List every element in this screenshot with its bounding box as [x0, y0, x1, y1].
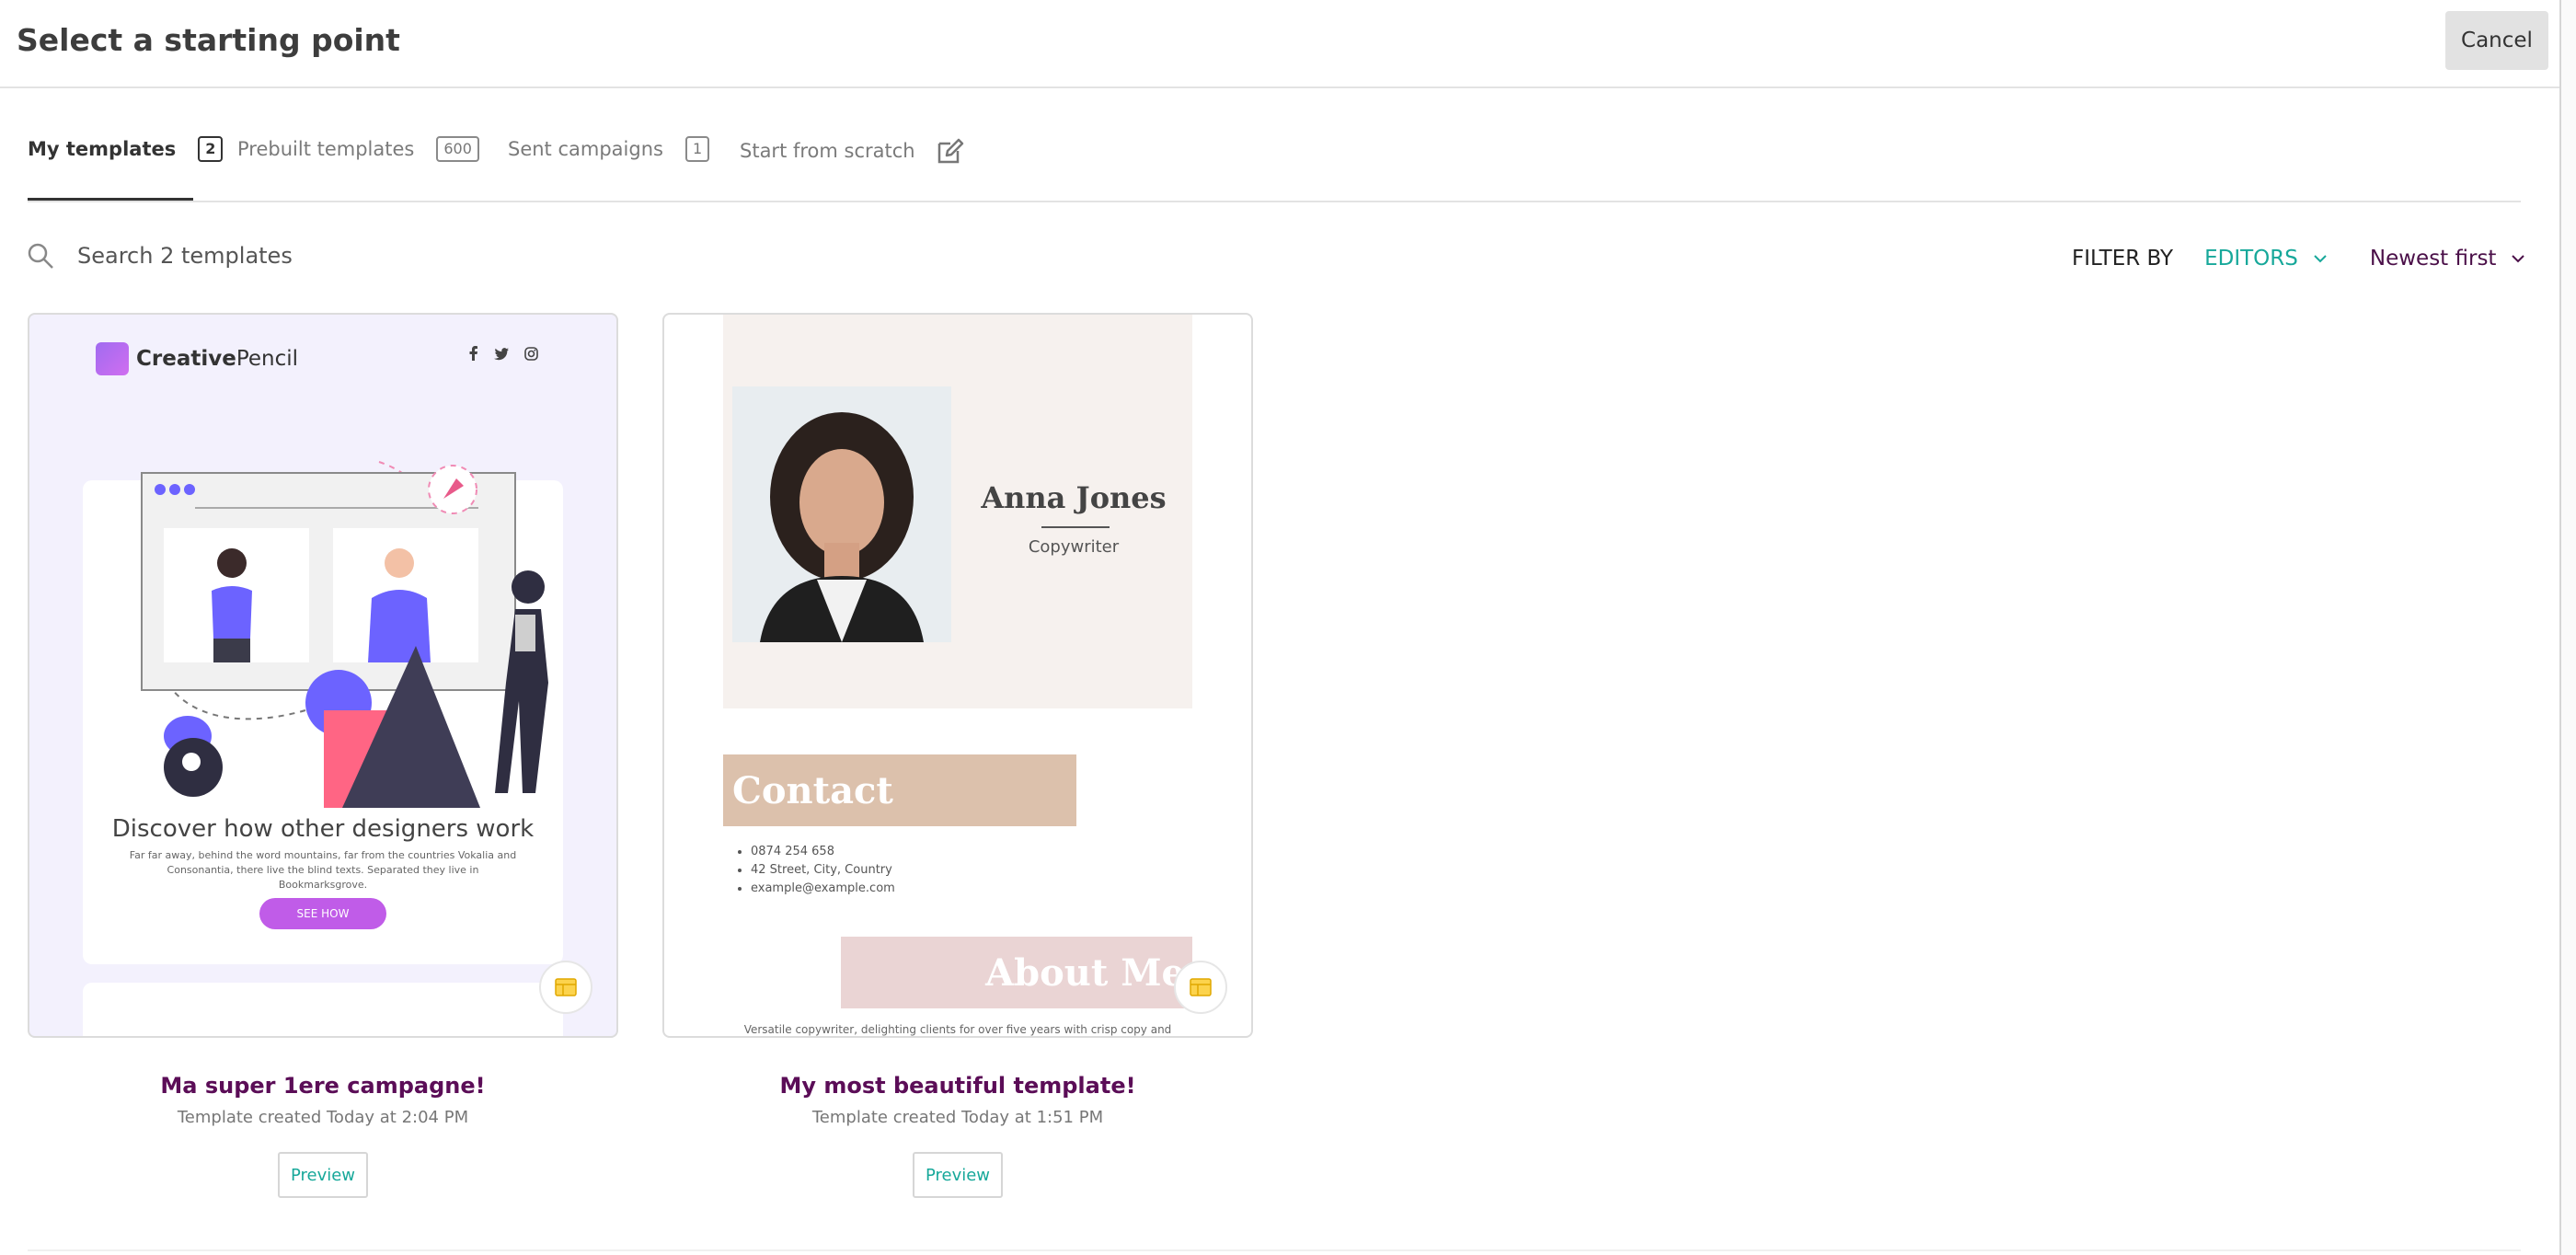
social-icons	[469, 346, 538, 364]
editor-type-icon	[539, 961, 592, 1014]
portrait-image	[732, 386, 951, 642]
search-icon	[28, 243, 53, 269]
preview-button[interactable]: Preview	[278, 1152, 368, 1198]
template-name[interactable]: Ma super 1ere campagne!	[28, 1073, 618, 1099]
search-bar	[26, 241, 631, 271]
tab-count-badge: 600	[436, 136, 479, 162]
email-body-text: Far far away, behind the word mountains,…	[129, 849, 517, 891]
tab-label: Sent campaigns	[508, 138, 663, 160]
tab-label: Prebuilt templates	[237, 138, 415, 160]
brand-name-light: Pencil	[236, 347, 299, 371]
profile-name: Anna Jones	[981, 480, 1167, 515]
tabs-divider	[28, 201, 2521, 202]
tab-label: Start from scratch	[740, 140, 915, 162]
tab-prebuilt-templates[interactable]: Prebuilt templates 600	[237, 136, 479, 162]
tab-sent-campaigns[interactable]: Sent campaigns 1	[508, 136, 710, 162]
about-text: Versatile copywriter, delighting clients…	[743, 1023, 1172, 1036]
preview-button[interactable]: Preview	[913, 1152, 1003, 1198]
contact-address: 42 Street, City, Country	[751, 861, 895, 880]
chevron-down-icon	[2314, 255, 2327, 263]
editor-type-icon	[1174, 961, 1227, 1014]
contact-list: 0874 254 658 42 Street, City, Country ex…	[738, 843, 895, 898]
edit-icon	[937, 138, 963, 164]
tab-count-badge: 2	[198, 136, 224, 162]
tab-label: My templates	[28, 138, 177, 160]
contact-email: example@example.com	[751, 880, 895, 898]
search-input[interactable]	[75, 242, 631, 270]
filter-bar: FILTER BY EDITORS Newest first	[2072, 247, 2525, 271]
about-heading: About Me	[841, 937, 1192, 1008]
template-card-thumbnail[interactable]: Creative Pencil Discover how other design…	[28, 313, 618, 1038]
tab-count-badge: 1	[684, 136, 710, 162]
sort-label: Newest first	[2369, 247, 2497, 271]
drag-drop-editor-icon	[555, 978, 577, 996]
drag-drop-editor-icon	[1190, 978, 1212, 996]
page-bottom-edge	[28, 1249, 2521, 1251]
email-cta-button: SEE HOW	[259, 898, 386, 929]
contact-phone: 0874 254 658	[751, 843, 895, 861]
tab-start-from-scratch[interactable]: Start from scratch	[740, 136, 965, 166]
scrollbar[interactable]	[2559, 0, 2576, 1255]
cancel-button[interactable]: Cancel	[2445, 11, 2548, 70]
filter-label: FILTER BY	[2072, 247, 2174, 271]
contact-heading: Contact	[723, 754, 1076, 826]
email-headline: Discover how other designers work	[111, 815, 535, 843]
instagram-icon	[524, 347, 538, 361]
email-content-panel-2	[83, 983, 563, 1036]
twitter-icon	[494, 348, 510, 361]
editors-filter-dropdown[interactable]: EDITORS	[2204, 247, 2328, 271]
pencil-logo-icon	[96, 342, 129, 375]
chevron-down-icon	[2512, 255, 2525, 263]
brand-name-bold: Creative	[136, 347, 236, 371]
profile-role: Copywriter	[1028, 537, 1120, 557]
template-card-thumbnail[interactable]: Anna Jones Copywriter Contact 0874 254 6…	[662, 313, 1253, 1038]
tab-my-templates[interactable]: My templates 2	[28, 136, 224, 162]
template-created-date: Template created Today at 1:51 PM	[811, 1108, 1104, 1127]
page-title: Select a starting point	[17, 22, 400, 58]
facebook-icon	[469, 346, 477, 361]
profile-photo	[732, 386, 951, 642]
name-divider	[1041, 526, 1110, 528]
template-created-date: Template created Today at 2:04 PM	[177, 1108, 469, 1127]
sort-dropdown[interactable]: Newest first	[2370, 247, 2526, 271]
template-name[interactable]: My most beautiful template!	[662, 1073, 1253, 1099]
brand-logo: Creative Pencil	[96, 342, 298, 375]
designers-illustration	[141, 461, 548, 808]
editors-filter-label: EDITORS	[2204, 247, 2298, 271]
page-header: Select a starting point Cancel	[0, 0, 2559, 88]
